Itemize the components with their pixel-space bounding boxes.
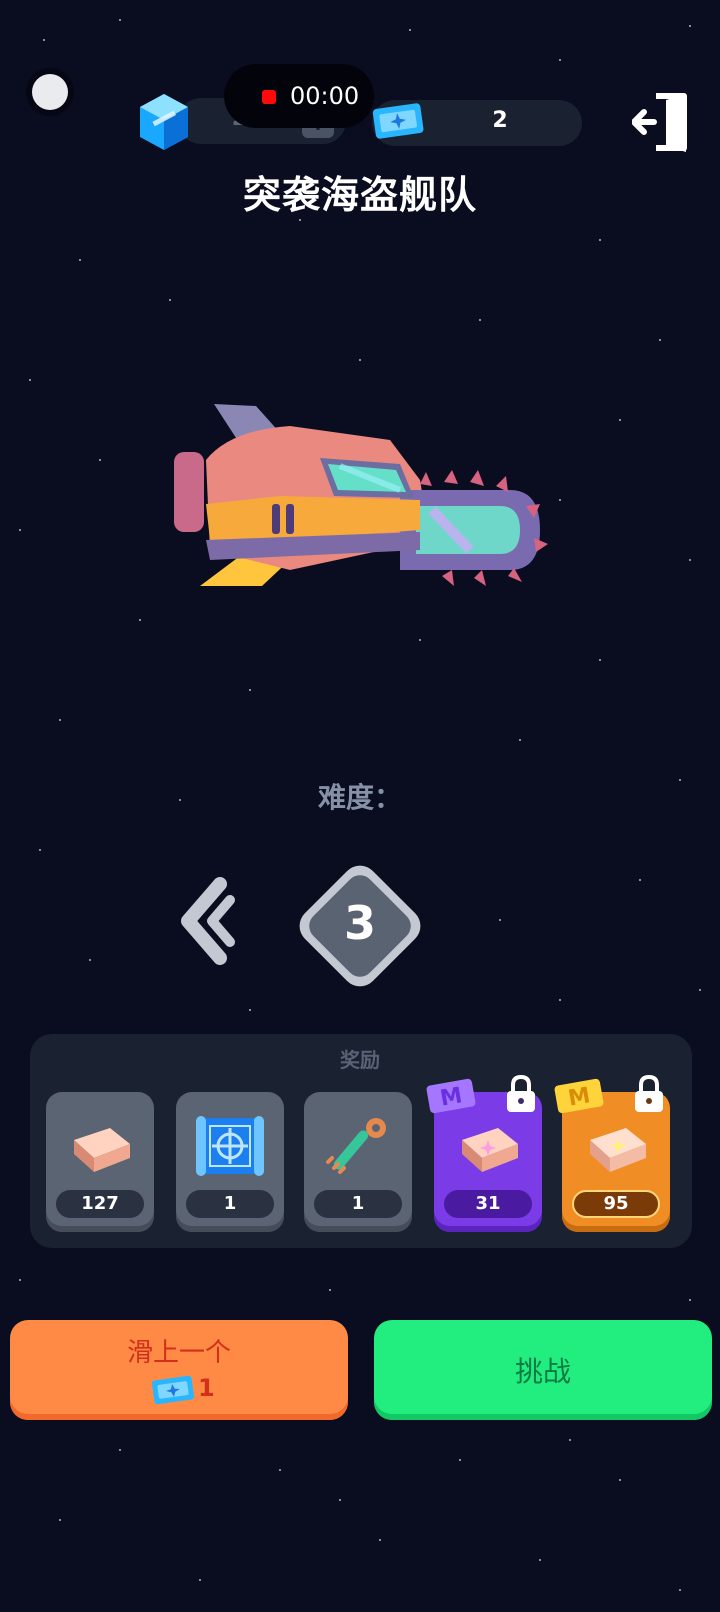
reward-count: 1: [186, 1190, 274, 1218]
pirate-spaceship-illustration: [174, 404, 548, 586]
copper-ingot-icon: [590, 1128, 646, 1172]
level-title: 突袭海盗舰队: [242, 173, 477, 217]
reward-card-key[interactable]: 1: [304, 1092, 412, 1232]
previous-level-cost: 1: [198, 1374, 215, 1402]
record-dot-icon: [262, 90, 276, 104]
blue-gem-icon: [140, 94, 188, 150]
previous-difficulty-arrow-icon[interactable]: [180, 876, 240, 966]
reward-count: 95: [572, 1190, 660, 1218]
reward-card-copper-ingot[interactable]: 127: [46, 1092, 154, 1232]
reward-count: 31: [444, 1190, 532, 1218]
rewards-title: 奖励: [340, 1048, 380, 1072]
ticket-icon: [372, 103, 424, 139]
copper-ingot-icon: [462, 1128, 518, 1172]
green-key-icon: [326, 1118, 386, 1174]
previous-level-label: 滑上一个: [126, 1338, 231, 1368]
reward-card-blueprint[interactable]: 1: [176, 1092, 284, 1232]
record-timer: 00:00: [290, 82, 360, 110]
reward-card-premium-purple[interactable]: M 31: [426, 1074, 542, 1232]
reward-count: 1: [314, 1190, 402, 1218]
reward-count: 127: [56, 1190, 144, 1218]
reward-card-premium-gold[interactable]: M 95: [554, 1074, 670, 1232]
floating-menu-button[interactable]: [32, 74, 68, 110]
challenge-label: 挑战: [514, 1355, 571, 1388]
ticket-count: 2: [492, 108, 508, 133]
copper-ingot-icon: [74, 1128, 130, 1172]
blueprint-icon: [196, 1116, 264, 1176]
difficulty-selector: 3: [290, 856, 430, 996]
difficulty-label: 难度：: [317, 781, 402, 814]
ticket-icon: [151, 1375, 195, 1405]
difficulty-value: 3: [343, 896, 376, 950]
exit-icon[interactable]: [632, 90, 696, 154]
